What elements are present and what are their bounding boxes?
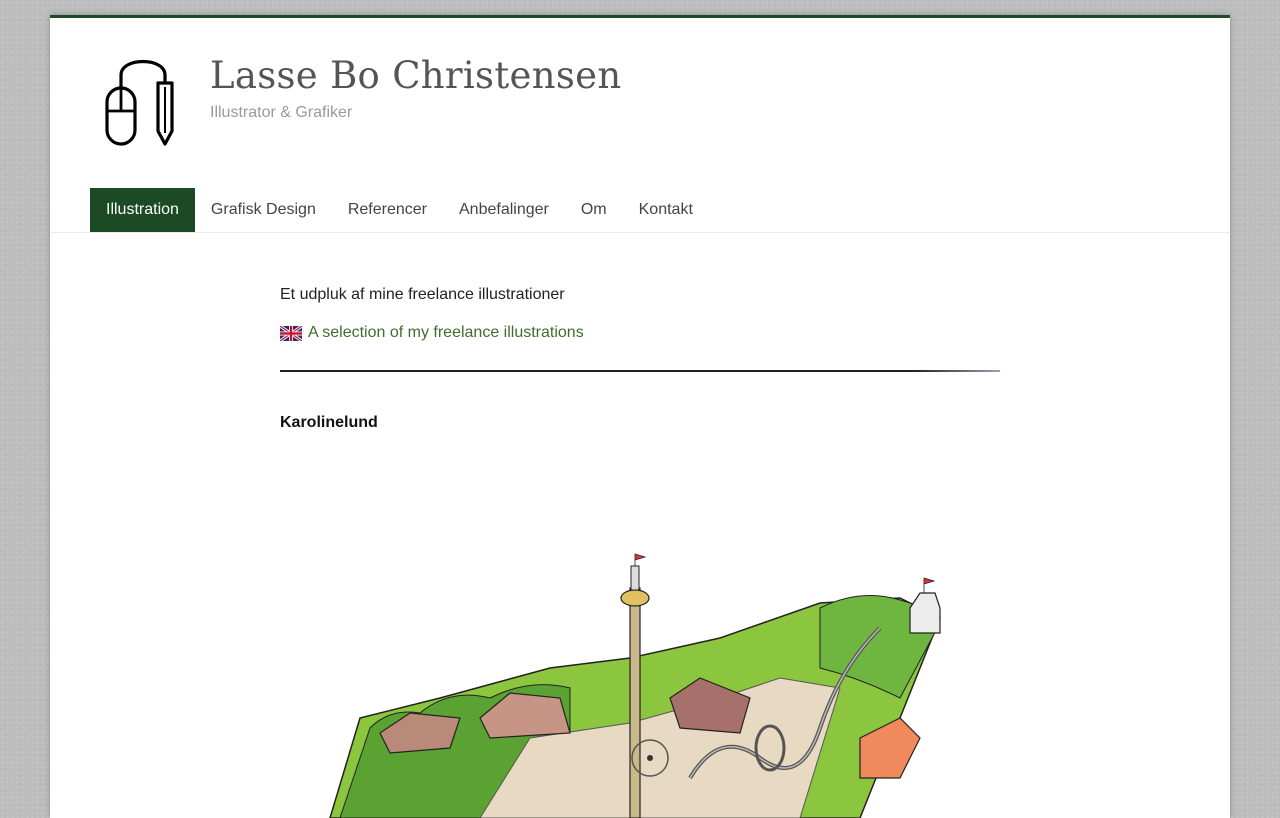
mouse-and-pencil-icon [105, 60, 174, 146]
site-tagline: Illustrator & Grafiker [210, 104, 353, 121]
main-nav: Illustration Grafisk Design Referencer A… [90, 188, 709, 232]
site-logo[interactable] [103, 53, 183, 148]
nav-item-illustration[interactable]: Illustration [90, 188, 195, 232]
karolinelund-illustration[interactable] [300, 548, 980, 818]
nav-item-referencer[interactable]: Referencer [332, 188, 443, 232]
site-title[interactable]: Lasse Bo Christensen [210, 54, 621, 97]
intro-text: Et udpluk af mine freelance illustration… [280, 286, 565, 303]
nav-item-kontakt[interactable]: Kontakt [623, 188, 709, 232]
uk-flag-icon[interactable] [280, 325, 302, 341]
nav-item-om[interactable]: Om [565, 188, 623, 232]
nav-divider [50, 232, 1230, 233]
english-version-line: A selection of my freelance illustration… [280, 324, 1000, 342]
section-title: Karolinelund [280, 414, 378, 431]
main-content: Et udpluk af mine freelance illustration… [280, 286, 1000, 432]
nav-item-anbefalinger[interactable]: Anbefalinger [443, 188, 565, 232]
english-version-link[interactable]: A selection of my freelance illustration… [308, 324, 584, 342]
content-divider [280, 370, 1000, 372]
page-container: Lasse Bo Christensen Illustrator & Grafi… [50, 15, 1230, 818]
nav-item-grafisk-design[interactable]: Grafisk Design [195, 188, 332, 232]
